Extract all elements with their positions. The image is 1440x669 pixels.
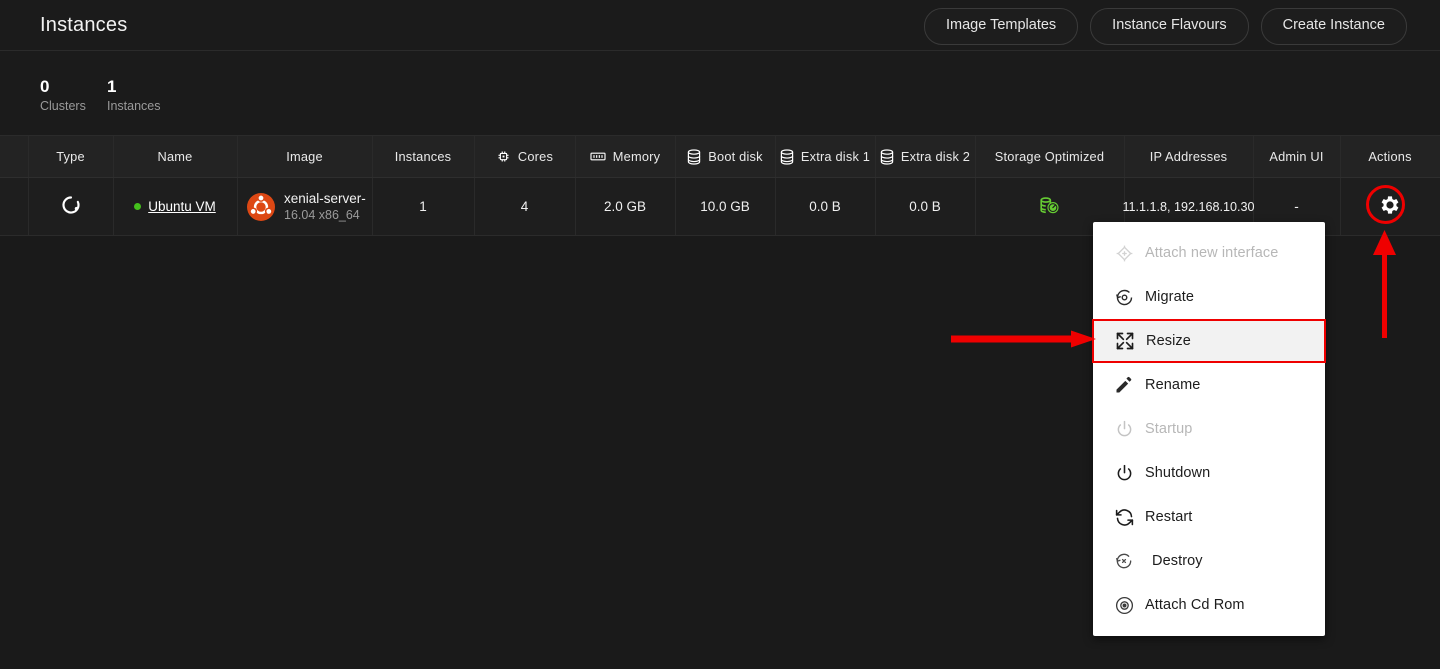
page-title: Instances	[40, 14, 128, 36]
table-header-row: Type Name Image Instances Cores Memory B…	[0, 136, 1440, 178]
memory-icon	[590, 150, 606, 163]
column-header-storage-optimized[interactable]: Storage Optimized	[975, 136, 1124, 177]
column-header-name[interactable]: Name	[113, 136, 237, 177]
gear-icon-highlight-circle	[1366, 185, 1405, 224]
column-header-extra-disk-1[interactable]: Extra disk 1	[775, 136, 875, 177]
cd-rom-icon	[1103, 595, 1145, 616]
column-header-storage-optimized-label: Storage Optimized	[994, 149, 1105, 164]
cell-memory: 2.0 GB	[603, 199, 647, 214]
column-header-ip-addresses-label: IP Addresses	[1149, 149, 1228, 164]
column-header-instances-label: Instances	[394, 149, 452, 164]
column-header-type[interactable]: Type	[28, 136, 113, 177]
menu-item-rename-label: Rename	[1145, 377, 1201, 393]
network-interface-icon	[1103, 243, 1145, 264]
instances-table: Type Name Image Instances Cores Memory B…	[0, 136, 1440, 236]
storage-optimized-icon	[1039, 196, 1061, 218]
pencil-icon	[1103, 375, 1145, 395]
cell-cores: 4	[520, 199, 529, 214]
column-header-memory-label: Memory	[612, 149, 661, 164]
column-header-instances[interactable]: Instances	[372, 136, 474, 177]
column-header-admin-ui-label: Admin UI	[1269, 149, 1324, 164]
menu-item-destroy[interactable]: Destroy	[1093, 539, 1325, 583]
column-header-actions[interactable]: Actions	[1340, 136, 1440, 177]
cell-instances: 1	[419, 199, 427, 214]
power-icon	[1103, 463, 1145, 484]
stat-clusters-value: 0	[40, 77, 50, 96]
menu-item-destroy-label: Destroy	[1152, 553, 1203, 569]
image-text: xenial-server- 16.04 x86_64	[284, 191, 366, 223]
menu-item-restart-label: Restart	[1145, 509, 1193, 525]
menu-item-attach-cd-rom[interactable]: Attach Cd Rom	[1093, 583, 1325, 627]
column-header-image-label: Image	[286, 149, 323, 164]
menu-item-shutdown[interactable]: Shutdown	[1093, 451, 1325, 495]
menu-item-shutdown-label: Shutdown	[1145, 465, 1211, 481]
menu-item-resize-label: Resize	[1146, 333, 1191, 349]
cell-extra-disk-2: 0.0 B	[909, 199, 941, 214]
menu-item-resize[interactable]: Resize	[1092, 319, 1326, 363]
disk-icon	[687, 148, 701, 165]
migrate-icon	[1103, 287, 1145, 308]
header-actions: Image Templates Instance Flavours Create…	[924, 8, 1407, 45]
create-instance-button[interactable]: Create Instance	[1260, 8, 1407, 45]
cell-type	[28, 178, 113, 235]
image-templates-button[interactable]: Image Templates	[924, 8, 1079, 45]
disk-icon	[880, 148, 894, 165]
cell-image: xenial-server- 16.04 x86_64	[237, 178, 372, 235]
ubuntu-logo-icon	[247, 192, 275, 221]
menu-item-startup: Startup	[1093, 407, 1325, 451]
menu-item-restart[interactable]: Restart	[1093, 495, 1325, 539]
column-header-ip-addresses[interactable]: IP Addresses	[1124, 136, 1253, 177]
arrow-pointing-to-resize	[951, 329, 1097, 354]
column-header-cores[interactable]: Cores	[474, 136, 575, 177]
column-header-boot-disk[interactable]: Boot disk	[675, 136, 775, 177]
cell-boot-disk: 10.0 GB	[700, 199, 750, 214]
stat-instances-value: 1	[107, 77, 117, 96]
column-header-type-label: Type	[56, 149, 85, 164]
column-header-memory[interactable]: Memory	[575, 136, 675, 177]
menu-item-attach-new-interface: Attach new interface	[1093, 231, 1325, 275]
actions-dropdown-menu: Attach new interface Migrate Resize Rena…	[1092, 222, 1326, 636]
column-header-actions-label: Actions	[1368, 149, 1412, 164]
menu-item-rename[interactable]: Rename	[1093, 363, 1325, 407]
instance-name-link[interactable]: Ubuntu VM	[148, 199, 216, 214]
column-header-name-label: Name	[157, 149, 193, 164]
power-icon	[1103, 419, 1145, 440]
column-header-cores-label: Cores	[517, 149, 554, 164]
image-name: xenial-server-	[284, 190, 366, 206]
menu-item-startup-label: Startup	[1145, 421, 1193, 437]
arrow-pointing-to-gear	[1371, 230, 1399, 345]
column-header-extra-disk-1-label: Extra disk 1	[800, 149, 871, 164]
restart-icon	[1103, 507, 1145, 528]
column-header-extra-disk-2-label: Extra disk 2	[900, 149, 971, 164]
column-header-boot-disk-label: Boot disk	[708, 149, 763, 164]
menu-item-attach-cd-rom-label: Attach Cd Rom	[1145, 597, 1245, 613]
column-header-admin-ui[interactable]: Admin UI	[1253, 136, 1340, 177]
cpu-icon	[496, 149, 511, 164]
spinner-icon	[61, 195, 81, 218]
image-version: 16.04 x86_64	[284, 207, 360, 222]
disk-icon	[780, 148, 794, 165]
stat-instances-label: Instances	[107, 99, 161, 113]
destroy-icon	[1103, 551, 1145, 571]
resize-icon	[1104, 331, 1146, 351]
stat-clusters: 0 Clusters	[40, 77, 86, 115]
status-dot-icon	[134, 203, 142, 210]
top-header-bar: Instances Image Templates Instance Flavo…	[0, 0, 1440, 51]
cell-name[interactable]: Ubuntu VM	[113, 178, 237, 235]
stat-clusters-label: Clusters	[40, 99, 86, 113]
menu-item-migrate[interactable]: Migrate	[1093, 275, 1325, 319]
menu-item-migrate-label: Migrate	[1145, 289, 1195, 305]
instance-flavours-button[interactable]: Instance Flavours	[1090, 8, 1249, 45]
stat-instances: 1 Instances	[107, 77, 161, 115]
column-header-image[interactable]: Image	[237, 136, 372, 177]
column-header-extra-disk-2[interactable]: Extra disk 2	[875, 136, 975, 177]
cell-extra-disk-1: 0.0 B	[809, 199, 841, 214]
stats-strip: 0 Clusters 1 Instances	[0, 51, 1440, 136]
menu-item-attach-new-interface-label: Attach new interface	[1145, 245, 1279, 261]
